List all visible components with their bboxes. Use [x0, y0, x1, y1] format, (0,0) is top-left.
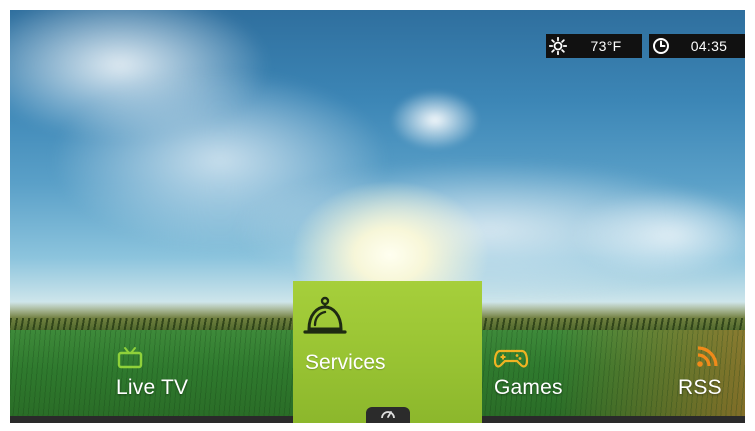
tv-icon — [116, 346, 226, 370]
temperature-text: 73°F — [590, 38, 622, 54]
service-bell-icon — [303, 295, 347, 342]
menu-item-rss[interactable]: RSS — [678, 330, 738, 416]
background-cloud — [390, 90, 480, 150]
home-screen: 73°F 04:35 Live TV Services Games RSS — [10, 10, 745, 423]
gauge-icon — [380, 406, 396, 423]
options-tab[interactable] — [366, 407, 410, 423]
rss-icon — [678, 346, 738, 370]
menu-item-live-tv[interactable]: Live TV — [116, 330, 226, 416]
gamepad-icon — [493, 346, 604, 370]
menu-item-services[interactable]: Services — [293, 281, 482, 423]
weather-status: 73°F — [546, 34, 642, 58]
menu-item-label: Live TV — [116, 376, 189, 399]
menu-item-label: Services — [305, 351, 386, 374]
menu-item-label: RSS — [678, 376, 722, 399]
menu-item-games[interactable]: Games — [493, 330, 604, 416]
clock-icon — [649, 34, 673, 58]
sun-icon — [546, 34, 570, 58]
menu-item-label: Games — [494, 376, 563, 399]
clock-status: 04:35 — [649, 34, 745, 58]
time-text: 04:35 — [690, 38, 728, 54]
